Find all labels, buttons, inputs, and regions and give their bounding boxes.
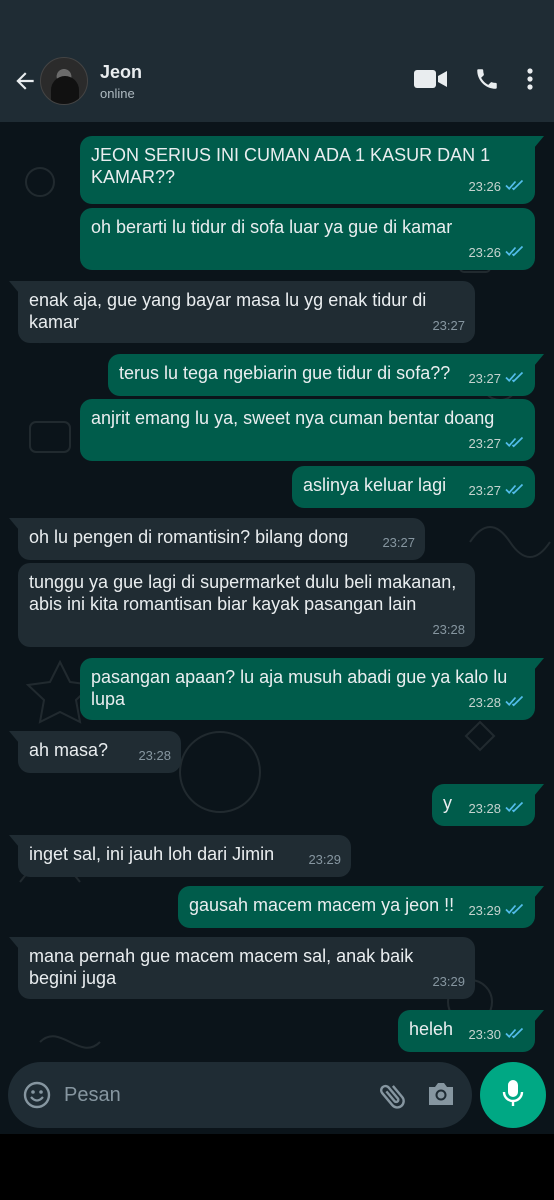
incoming-message[interactable]: enak aja, gue yang bayar masa lu yg enak… bbox=[9, 281, 475, 343]
mic-button[interactable] bbox=[480, 1062, 546, 1128]
message-meta: 23:28 bbox=[432, 619, 465, 641]
read-receipt-icon bbox=[505, 176, 525, 198]
more-options-icon[interactable] bbox=[526, 67, 534, 96]
read-receipt-icon bbox=[505, 900, 525, 922]
message-meta: 23:27 bbox=[468, 480, 525, 502]
message-meta: 23:28 bbox=[468, 692, 525, 714]
chat-header: Jeon online bbox=[0, 40, 554, 122]
message-time: 23:28 bbox=[468, 801, 501, 816]
message-meta: 23:28 bbox=[468, 798, 525, 820]
message-text: JEON SERIUS INI CUMAN ADA 1 KASUR DAN 1 … bbox=[91, 145, 491, 187]
phone-icon[interactable] bbox=[474, 66, 500, 97]
outgoing-message[interactable]: oh berarti lu tidur di sofa luar ya gue … bbox=[80, 208, 535, 270]
outgoing-message[interactable]: anjrit emang lu ya, sweet nya cuman bent… bbox=[80, 399, 535, 461]
message-text: tunggu ya gue lagi di supermarket dulu b… bbox=[29, 572, 457, 614]
header-actions bbox=[414, 66, 534, 97]
message-time: 23:28 bbox=[432, 622, 465, 637]
back-arrow-icon[interactable] bbox=[8, 64, 42, 98]
outgoing-message[interactable]: terus lu tega ngebiarin gue tidur di sof… bbox=[108, 354, 544, 396]
message-meta: 23:27 bbox=[382, 532, 415, 554]
message-meta: 23:29 bbox=[468, 900, 525, 922]
incoming-message[interactable]: tunggu ya gue lagi di supermarket dulu b… bbox=[18, 563, 475, 647]
message-time: 23:27 bbox=[468, 371, 501, 386]
message-time: 23:26 bbox=[468, 179, 501, 194]
incoming-message[interactable]: ah masa? 23:28 bbox=[9, 731, 181, 773]
outgoing-message[interactable]: heleh 23:30 bbox=[398, 1010, 544, 1052]
chat-area[interactable]: JEON SERIUS INI CUMAN ADA 1 KASUR DAN 1 … bbox=[0, 122, 554, 1134]
message-meta: 23:27 bbox=[468, 433, 525, 455]
message-meta: 23:27 bbox=[468, 368, 525, 390]
incoming-message[interactable]: inget sal, ini jauh loh dari Jimin 23:29 bbox=[9, 835, 351, 877]
message-text: enak aja, gue yang bayar masa lu yg enak… bbox=[29, 290, 427, 332]
composer-bar: Pesan bbox=[8, 1062, 472, 1128]
message-time: 23:27 bbox=[382, 535, 415, 550]
message-time: 23:28 bbox=[138, 748, 171, 763]
status-bar bbox=[0, 0, 554, 40]
message-time: 23:29 bbox=[308, 852, 341, 867]
outgoing-message[interactable]: JEON SERIUS INI CUMAN ADA 1 KASUR DAN 1 … bbox=[80, 136, 544, 204]
read-receipt-icon bbox=[505, 798, 525, 820]
read-receipt-icon bbox=[505, 433, 525, 455]
outgoing-message[interactable]: gausah macem macem ya jeon !! 23:29 bbox=[178, 886, 544, 928]
attach-icon[interactable] bbox=[376, 1079, 410, 1118]
message-text: ah masa? bbox=[29, 740, 109, 760]
message-time: 23:27 bbox=[468, 483, 501, 498]
video-call-icon[interactable] bbox=[414, 68, 448, 95]
read-receipt-icon bbox=[505, 368, 525, 390]
emoji-icon[interactable] bbox=[22, 1080, 52, 1110]
message-time: 23:30 bbox=[468, 1027, 501, 1042]
message-time: 23:29 bbox=[468, 903, 501, 918]
message-text: aslinya keluar lagi bbox=[303, 475, 447, 495]
message-time: 23:29 bbox=[432, 974, 465, 989]
outgoing-message[interactable]: aslinya keluar lagi 23:27 bbox=[292, 466, 535, 508]
message-meta: 23:27 bbox=[432, 315, 465, 337]
message-meta: 23:26 bbox=[468, 176, 525, 198]
message-text: pasangan apaan? lu aja musuh abadi gue y… bbox=[91, 667, 508, 709]
message-text: oh berarti lu tidur di sofa luar ya gue … bbox=[91, 217, 453, 237]
avatar[interactable] bbox=[40, 57, 88, 105]
message-text: heleh bbox=[409, 1019, 454, 1039]
message-text: inget sal, ini jauh loh dari Jimin bbox=[29, 844, 275, 864]
contact-info[interactable]: Jeon online bbox=[100, 62, 142, 101]
outgoing-message[interactable]: pasangan apaan? lu aja musuh abadi gue y… bbox=[80, 658, 544, 720]
message-meta: 23:29 bbox=[308, 849, 341, 871]
read-receipt-icon bbox=[505, 480, 525, 502]
message-text: y bbox=[443, 793, 452, 813]
message-time: 23:27 bbox=[432, 318, 465, 333]
message-meta: 23:26 bbox=[468, 242, 525, 264]
read-receipt-icon bbox=[505, 692, 525, 714]
message-time: 23:26 bbox=[468, 245, 501, 260]
incoming-message[interactable]: oh lu pengen di romantisin? bilang dong 2… bbox=[9, 518, 425, 560]
message-time: 23:27 bbox=[468, 436, 501, 451]
message-input[interactable]: Pesan bbox=[64, 1084, 121, 1107]
message-time: 23:28 bbox=[468, 695, 501, 710]
message-text: gausah macem macem ya jeon !! bbox=[189, 895, 455, 915]
read-receipt-icon bbox=[505, 1024, 525, 1046]
mic-icon bbox=[501, 1078, 525, 1113]
message-text: mana pernah gue macem macem sal, anak ba… bbox=[29, 946, 414, 988]
message-meta: 23:29 bbox=[432, 971, 465, 993]
message-text: anjrit emang lu ya, sweet nya cuman bent… bbox=[91, 408, 495, 428]
message-meta: 23:28 bbox=[138, 745, 171, 767]
contact-status: online bbox=[100, 85, 135, 101]
message-text: terus lu tega ngebiarin gue tidur di sof… bbox=[119, 363, 451, 383]
contact-name: Jeon bbox=[100, 61, 143, 82]
message-text: oh lu pengen di romantisin? bilang dong bbox=[29, 527, 349, 547]
outgoing-message[interactable]: y 23:28 bbox=[432, 784, 544, 826]
message-meta: 23:30 bbox=[468, 1024, 525, 1046]
camera-icon[interactable] bbox=[426, 1080, 456, 1113]
read-receipt-icon bbox=[505, 242, 525, 264]
incoming-message[interactable]: mana pernah gue macem macem sal, anak ba… bbox=[9, 937, 475, 999]
navigation-bar bbox=[0, 1134, 554, 1200]
